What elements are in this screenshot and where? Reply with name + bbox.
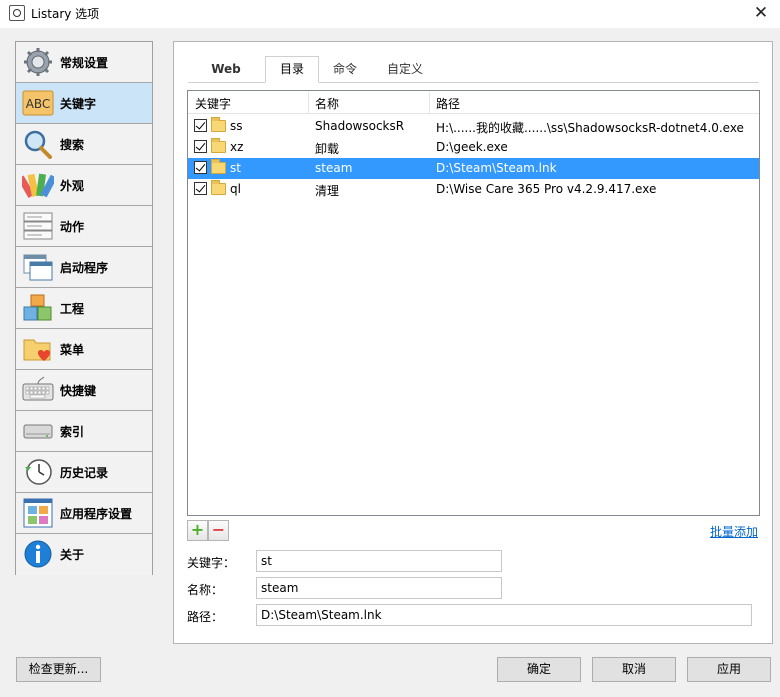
- row-name: 卸载: [315, 142, 340, 156]
- apply-button[interactable]: 应用: [687, 657, 771, 682]
- row-name: steam: [315, 161, 353, 175]
- tab-directory[interactable]: 目录: [265, 56, 319, 83]
- magnifier-icon: [24, 130, 52, 159]
- clock-icon: [25, 459, 52, 485]
- sidebar-item-label: 常规设置: [60, 56, 109, 70]
- sidebar-item-hotkeys[interactable]: 快捷键: [16, 370, 152, 411]
- sidebar-item-search[interactable]: 搜索: [16, 124, 152, 165]
- sidebar-item-label: 关键字: [60, 97, 97, 111]
- column-header-keyword[interactable]: 关键字: [195, 95, 231, 112]
- sidebar-item-label: 搜索: [60, 138, 85, 152]
- sidebar-item-actions[interactable]: 动作: [16, 206, 152, 247]
- sidebar: 常规设置 ABC 关键字 搜索 外观 动作 启动程序 工程 菜单 快捷键 索引 …: [15, 41, 153, 575]
- table-row[interactable]: ss ShadowsocksR H:\......我的收藏......\ss\S…: [188, 116, 759, 137]
- row-path: D:\Steam\Steam.lnk: [436, 161, 557, 175]
- column-header-name[interactable]: 名称: [315, 95, 339, 112]
- sidebar-item-about[interactable]: 关于: [16, 534, 152, 575]
- sidebar-item-label: 动作: [60, 220, 85, 234]
- table-row[interactable]: xz 卸载 D:\geek.exe: [188, 137, 759, 158]
- column-divider[interactable]: [429, 92, 430, 113]
- sidebar-item-label: 历史记录: [60, 466, 109, 480]
- menu-folder-heart-icon: [23, 339, 51, 361]
- abc-keyword-icon: ABC: [22, 90, 54, 116]
- sidebar-item-label: 启动程序: [60, 261, 109, 275]
- tab-web[interactable]: Web: [188, 57, 264, 83]
- sidebar-item-label: 外观: [60, 179, 85, 193]
- enabled-checkbox[interactable]: [194, 161, 207, 174]
- launcher-icon: [23, 254, 53, 281]
- row-keyword: ql: [230, 182, 241, 196]
- app-settings-icon: [23, 498, 53, 528]
- keywords-panel: Web 目录 命令 自定义 关键字 名称 路径 ss ShadowsocksR …: [173, 41, 773, 644]
- enabled-checkbox[interactable]: [194, 119, 207, 132]
- row-path: H:\......我的收藏......\ss\ShadowsocksR-dotn…: [436, 121, 744, 135]
- sidebar-item-general[interactable]: 常规设置: [16, 42, 152, 83]
- row-name: ShadowsocksR: [315, 119, 405, 133]
- check-updates-button[interactable]: 检查更新...: [16, 657, 101, 682]
- enabled-checkbox[interactable]: [194, 140, 207, 153]
- row-keyword: st: [230, 161, 241, 175]
- sidebar-item-launcher[interactable]: 启动程序: [16, 247, 152, 288]
- name-field[interactable]: [256, 577, 502, 599]
- ok-button[interactable]: 确定: [497, 657, 581, 682]
- sidebar-item-label: 关于: [60, 548, 85, 562]
- folder-icon: [211, 138, 226, 153]
- palette-icon: [22, 173, 54, 198]
- batch-add-link[interactable]: 批量添加: [710, 523, 758, 540]
- tab-command[interactable]: 命令: [320, 57, 370, 83]
- path-field[interactable]: [256, 604, 752, 626]
- list-header: 关键字 名称 路径: [188, 91, 759, 114]
- table-row-selected[interactable]: st steam D:\Steam\Steam.lnk: [188, 158, 759, 179]
- keyword-list[interactable]: 关键字 名称 路径 ss ShadowsocksR H:\......我的收藏.…: [187, 90, 760, 516]
- keyword-field[interactable]: [256, 550, 502, 572]
- folder-icon: [211, 159, 226, 174]
- row-keyword: ss: [230, 119, 243, 133]
- enabled-checkbox[interactable]: [194, 182, 207, 195]
- sidebar-item-index[interactable]: 索引: [16, 411, 152, 452]
- sidebar-item-label: 菜单: [60, 343, 85, 357]
- column-divider[interactable]: [308, 92, 309, 113]
- add-remove-group: + −: [187, 520, 229, 542]
- sidebar-item-label: 索引: [60, 425, 85, 439]
- name-label: 名称：: [187, 583, 224, 597]
- keyword-label: 关键字：: [187, 556, 236, 570]
- table-row[interactable]: ql 清理 D:\Wise Care 365 Pro v4.2.9.417.ex…: [188, 179, 759, 200]
- drive-icon: [23, 424, 53, 439]
- sidebar-item-projects[interactable]: 工程: [16, 288, 152, 329]
- tab-bar: Web 目录 命令 自定义: [188, 56, 759, 83]
- column-header-path[interactable]: 路径: [436, 95, 460, 112]
- sidebar-item-app-settings[interactable]: 应用程序设置: [16, 493, 152, 534]
- row-path: D:\Wise Care 365 Pro v4.2.9.417.exe: [436, 182, 657, 196]
- sidebar-item-appearance[interactable]: 外观: [16, 165, 152, 206]
- title-bar: Listary 选项 ✕: [0, 0, 780, 28]
- sidebar-item-menu[interactable]: 菜单: [16, 329, 152, 370]
- remove-keyword-button[interactable]: −: [208, 520, 229, 541]
- sidebar-item-history[interactable]: 历史记录: [16, 452, 152, 493]
- sidebar-item-label: 工程: [60, 302, 85, 316]
- close-icon[interactable]: ✕: [750, 2, 772, 24]
- cancel-button[interactable]: 取消: [592, 657, 676, 682]
- project-boxes-icon: [23, 294, 52, 321]
- keyboard-icon: [22, 376, 54, 401]
- sidebar-item-keywords[interactable]: ABC 关键字: [16, 83, 152, 124]
- sidebar-item-label: 应用程序设置: [60, 507, 133, 521]
- row-keyword: xz: [230, 140, 244, 154]
- folder-icon: [211, 180, 226, 195]
- folder-icon: [211, 117, 226, 132]
- actions-icon: [23, 212, 53, 240]
- path-label: 路径：: [187, 610, 224, 624]
- tab-custom[interactable]: 自定义: [372, 57, 438, 83]
- add-keyword-button[interactable]: +: [187, 520, 208, 541]
- row-name: 清理: [315, 184, 340, 198]
- gear-icon: [24, 48, 52, 76]
- row-path: D:\geek.exe: [436, 140, 508, 154]
- sidebar-item-label: 快捷键: [60, 384, 97, 398]
- info-icon: [24, 540, 52, 568]
- listary-app-icon: [9, 5, 25, 21]
- svg-text:ABC: ABC: [26, 97, 51, 111]
- window-title: Listary 选项: [31, 7, 100, 21]
